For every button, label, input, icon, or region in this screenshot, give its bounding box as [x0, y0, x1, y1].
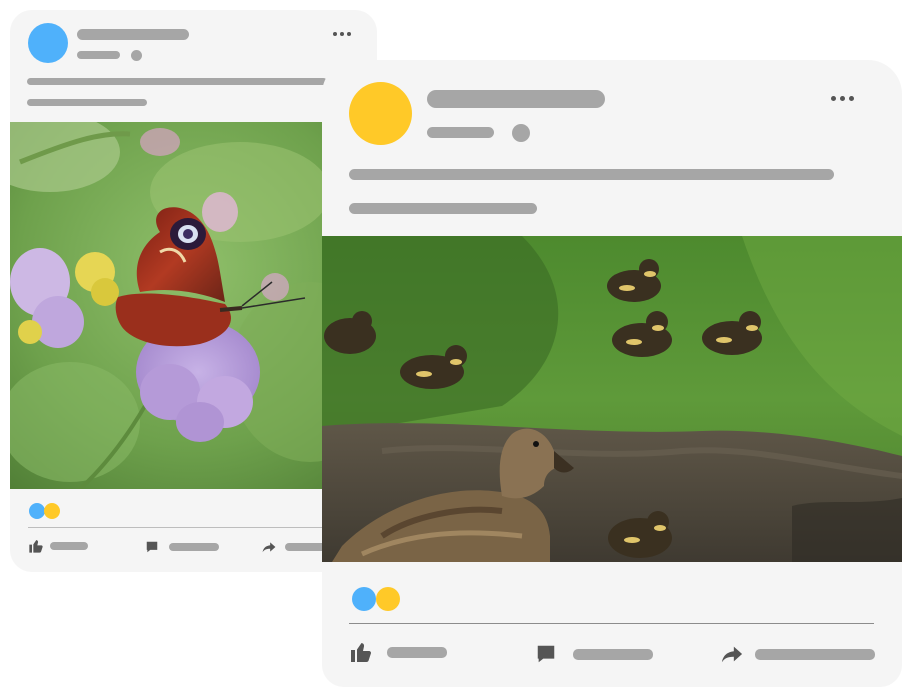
timestamp-placeholder [427, 127, 494, 138]
share-label-placeholder [755, 648, 875, 660]
comment-icon [146, 541, 158, 553]
more-options-icon[interactable] [333, 32, 351, 36]
share-button[interactable] [719, 643, 875, 665]
comment-button[interactable] [145, 540, 219, 554]
like-label-placeholder [50, 542, 88, 550]
author-name-placeholder [77, 29, 189, 40]
author-name-placeholder [427, 90, 605, 108]
like-label-placeholder [387, 646, 447, 658]
post-text-line-2 [27, 99, 147, 106]
privacy-icon [131, 50, 142, 61]
privacy-icon [512, 124, 530, 142]
timestamp-placeholder [77, 51, 120, 59]
avatar[interactable] [28, 23, 68, 63]
post-photo-ducks [322, 236, 902, 562]
share-icon [721, 646, 743, 663]
reaction-love-icon[interactable] [376, 587, 400, 611]
comment-icon [537, 645, 555, 663]
post-card-front [322, 60, 902, 687]
like-icon [29, 540, 43, 553]
like-button[interactable] [28, 538, 88, 554]
post-text-line-1 [27, 78, 327, 85]
divider [28, 527, 348, 528]
post-text-line-2 [349, 203, 537, 214]
comment-label-placeholder [573, 648, 653, 660]
divider [349, 623, 874, 624]
share-icon [262, 542, 276, 553]
reaction-love-icon[interactable] [44, 503, 60, 519]
reaction-like-icon[interactable] [29, 503, 45, 519]
like-icon [351, 643, 371, 662]
reaction-like-icon[interactable] [352, 587, 376, 611]
comment-label-placeholder [169, 543, 219, 551]
like-button[interactable] [349, 640, 447, 664]
avatar[interactable] [349, 82, 412, 145]
post-text-line-1 [349, 169, 834, 180]
more-options-icon[interactable] [831, 96, 854, 101]
comment-button[interactable] [535, 643, 653, 665]
